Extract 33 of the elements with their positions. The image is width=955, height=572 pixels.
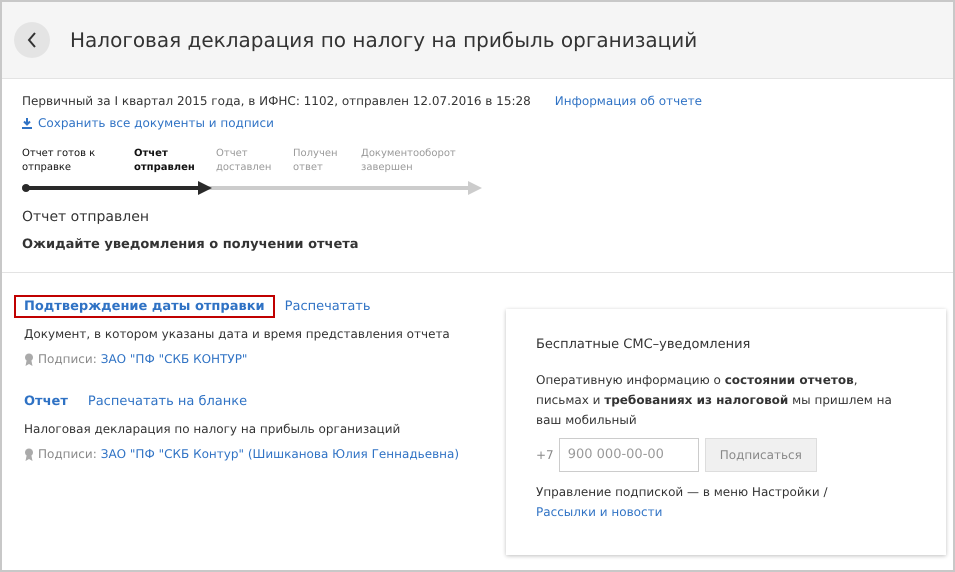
report-summary: Первичный за I квартал 2015 года, в ИФНС: 1102, отправлен 12.07.2016 в 15:28 — [22, 93, 531, 110]
document-link[interactable]: Отчет — [14, 390, 78, 412]
report-info-link[interactable]: Информация об отчете — [554, 94, 702, 108]
download-icon — [22, 118, 32, 128]
print-link[interactable]: Распечатать — [284, 298, 371, 314]
back-button[interactable] — [14, 22, 50, 58]
sms-title: Бесплатные СМС–уведомления — [536, 336, 752, 352]
document-description: Налоговая декларация по налогу на прибыль организаций — [24, 420, 402, 438]
chevron-left-icon — [27, 32, 37, 48]
signer-link[interactable]: ЗАО "ПФ "СКБ КОНТУР" — [100, 350, 248, 368]
signature-label: Подписи: — [38, 350, 97, 368]
phone-prefix: +7 — [536, 446, 554, 464]
step-label: Документооборот завершен — [361, 146, 457, 174]
step-label: Отчет готов к отправке — [22, 146, 96, 174]
subscription-note: Управление подпиской — в меню Настройки / — [536, 484, 828, 498]
phone-field[interactable]: 900 000-00-00 — [558, 438, 699, 472]
signature-label: Подписи: — [38, 446, 97, 462]
save-all-link[interactable]: Сохранить все документы и подписи — [22, 116, 274, 130]
step-label: Получен ответ — [293, 146, 339, 174]
newsletters-link[interactable]: Рассылки и новости — [536, 504, 662, 518]
sms-description: Оперативную информацию о состоянии отчетов, письмах и требованиях из налоговой мы пришлем на ваш мобильный — [536, 372, 893, 428]
page-title: Налоговая декларация по налогу на прибыль организаций — [70, 28, 698, 52]
document-description: Документ, в котором указаны дата и время представления отчета — [24, 326, 451, 342]
step-label: Отчет доставлен — [216, 146, 272, 174]
status-title: Отчет отправлен — [22, 208, 150, 224]
status-message: Ожидайте уведомления о получении отчета — [22, 236, 360, 252]
signer-link[interactable]: ЗАО "ПФ "СКБ Контур" (Шишканова Юлия Геннадьевна) — [100, 444, 460, 462]
step-label: Отчет отправлен — [134, 146, 196, 174]
document-link[interactable]: Подтверждение даты отправки — [14, 294, 275, 318]
certificate-icon — [24, 448, 34, 460]
print-link[interactable]: Распечатать на бланке — [88, 394, 248, 408]
subscribe-button[interactable]: Подписаться — [704, 438, 817, 472]
certificate-icon — [24, 352, 34, 366]
